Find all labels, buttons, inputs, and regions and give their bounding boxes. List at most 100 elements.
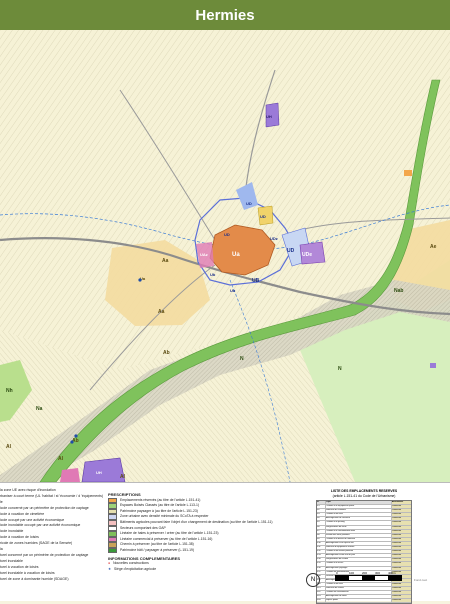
table-cell: Commune xyxy=(391,513,412,517)
label-ab-w: Ab xyxy=(163,350,170,356)
reserved-locations-table: LISTE DES EMPLACEMENTS RESERVES (article… xyxy=(316,489,412,604)
table-cell: Commune xyxy=(391,505,412,509)
legend-prescriptions-column: PRESCRIPTIONS Emplacements réservés (au … xyxy=(108,492,308,572)
zoning-map[interactable]: Ua UB UH UD UD UD UD UDe UDz UAz UH Ub U… xyxy=(0,30,450,482)
table-cell: Aménagement d'une aire de jeux xyxy=(326,554,392,558)
scale-label: 400m xyxy=(388,571,396,575)
legend-zone-entry: icole concerné par un périmètre de prote… xyxy=(0,505,89,510)
scale-bar: 0 100 200 300 400m xyxy=(335,571,402,581)
label-ub: UB xyxy=(252,278,260,284)
table-cell: Extension d'équipement scolaire xyxy=(326,546,392,550)
label-ae: Ae xyxy=(430,244,437,250)
north-arrow: N xyxy=(306,573,320,587)
legend-zone-entry: turel de zone à dominante humide (SDAGE) xyxy=(0,576,69,581)
label-ub-sw2: Ub xyxy=(230,288,236,293)
label-na-w: Na xyxy=(36,406,43,412)
table-cell: Aménagement paysager xyxy=(326,566,392,570)
title-banner: Hermies xyxy=(0,0,450,30)
table-cell: Commune xyxy=(391,558,412,562)
table-cell: Commune xyxy=(391,533,412,537)
prescription-entry: Patrimoine bâti / paysager à préserver (… xyxy=(108,548,308,554)
reserved-area-ne xyxy=(404,170,412,176)
label-n-s: N xyxy=(338,366,342,372)
table-cell: R17 xyxy=(317,570,326,574)
table-cell: Création de cheminement xyxy=(326,591,392,595)
table-cell: R12 xyxy=(317,550,326,554)
table-cell: Gestion des eaux pluviales xyxy=(326,533,392,537)
table-cell: R13 xyxy=(317,554,326,558)
table-cell: Commune xyxy=(391,566,412,570)
table-cell: Aménagement de carrefour xyxy=(326,517,392,521)
table-cell: Commune xyxy=(391,529,412,533)
table-cell: R11 xyxy=(317,546,326,550)
label-ude: UDe xyxy=(302,252,312,258)
table-cell: Élargissement de chemin xyxy=(326,558,392,562)
table-cell: Commune xyxy=(391,509,412,513)
table-cell: Création d'un accès xyxy=(326,562,392,566)
label-uh-south: UH xyxy=(96,470,102,475)
farm-marker xyxy=(74,434,78,438)
scale-label: 300 xyxy=(375,571,381,575)
farm-marker xyxy=(70,440,74,444)
table-cell: Commune xyxy=(391,517,412,521)
legend-zones-column: la zone UE avec risque d'inondation rbani… xyxy=(0,488,103,583)
farm-marker xyxy=(138,278,142,282)
table-cell: R15 xyxy=(317,562,326,566)
table-cell: Extension de réseau xyxy=(326,586,392,591)
table-cell: Création d'un parking xyxy=(326,521,392,525)
prescription-label: Patrimoine bâti / paysager à préserver (… xyxy=(120,547,195,552)
label-ud-1: UD xyxy=(246,201,252,206)
table-cell: R22 xyxy=(317,591,326,595)
label-ua: Ua xyxy=(232,252,240,258)
table-cell: R5 xyxy=(317,521,326,525)
label-n-w: N xyxy=(240,356,244,362)
label-aa-2: Aa xyxy=(158,309,165,315)
label-udz: UDz xyxy=(270,236,278,241)
table-cell: Commune xyxy=(391,554,412,558)
table-cell: Création d'un cheminement doux xyxy=(326,529,392,533)
scale-label: 100 xyxy=(349,571,355,575)
label-uh-north: UH xyxy=(266,114,272,119)
info-entry: ★ Siège d'exploitation agricole xyxy=(108,567,308,573)
legend-panel: la zone UE avec risque d'inondation rbani… xyxy=(0,482,450,604)
legend-zone-entry: rbaniser à court terme (UL 'habitat / st… xyxy=(0,493,103,498)
reserved-table-grid: N° Objet Bénéficiaire R1 Création d'un équip… xyxy=(316,500,412,604)
table-cell: R1 xyxy=(317,505,326,509)
table-cell: Création d'une voie xyxy=(326,582,392,586)
legend-zone-entry: turel concerné par un périmètre de prote… xyxy=(0,552,89,557)
table-cell: R10 xyxy=(317,541,326,546)
table-cell: Création d'un équipement public xyxy=(326,505,392,509)
info-label: Siège d'exploitation agricole xyxy=(114,566,157,571)
label-ud-2: UD xyxy=(260,214,266,219)
label-al-w: Al xyxy=(58,456,64,462)
table-cell: Bénéficiaire xyxy=(391,501,412,505)
scale-label: 200 xyxy=(362,571,368,575)
table-cell: Création d'une voie xyxy=(326,513,392,517)
table-cell: Commune xyxy=(391,595,412,599)
table-cell: Aménagement de voirie xyxy=(326,595,392,599)
table-cell: R3 xyxy=(317,513,326,517)
label-ub-sw: Ub xyxy=(210,272,216,277)
farm-icon: ★ xyxy=(108,566,112,571)
table-cell: N° xyxy=(317,501,326,505)
scale-segment: 300 xyxy=(375,571,388,580)
table-cell: Extension du cimetière xyxy=(326,509,392,513)
table-cell: R21 xyxy=(317,586,326,591)
table-cell: Commune xyxy=(391,550,412,554)
label-aa: Aa xyxy=(162,258,169,264)
table-cell: Création d'un bassin de rétention xyxy=(326,537,392,541)
label-uaz: UAz xyxy=(200,252,208,257)
label-nh: Nh xyxy=(6,388,13,394)
table-cell: Commune xyxy=(391,521,412,525)
table-cell: R6 xyxy=(317,525,326,529)
map-title: Hermies xyxy=(195,6,255,24)
table-cell: R7 xyxy=(317,529,326,533)
table-cell: Commune xyxy=(391,591,412,595)
table-cell: Commune xyxy=(391,546,412,550)
hamlet-uh-south xyxy=(81,457,126,482)
scale-segment: 200 xyxy=(362,571,375,580)
table-cell: Aménagement d'un espace vert xyxy=(326,541,392,546)
label-nab: Nab xyxy=(394,288,403,294)
source-note: Fond cad. xyxy=(414,578,428,582)
label-ud-3: UD xyxy=(224,232,230,237)
